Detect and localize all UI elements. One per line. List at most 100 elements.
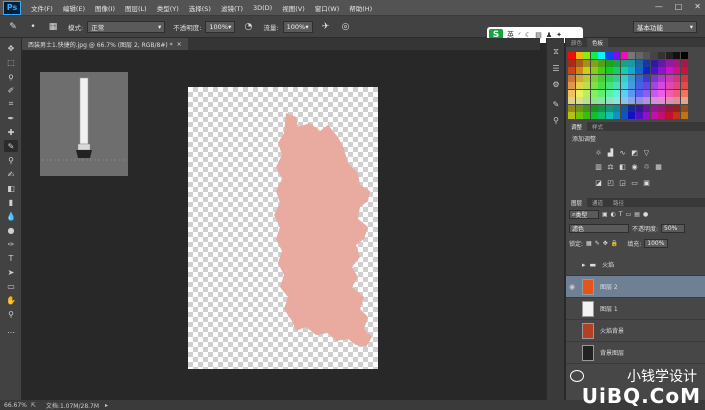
swatch[interactable] xyxy=(605,59,613,67)
swatch[interactable] xyxy=(680,89,688,97)
swatch[interactable] xyxy=(583,89,590,97)
swatch[interactable] xyxy=(673,59,680,67)
swatch[interactable] xyxy=(575,104,583,112)
swatch[interactable] xyxy=(673,104,680,112)
maximize-button[interactable]: □ xyxy=(675,2,683,11)
swatch[interactable] xyxy=(628,59,635,67)
swatch[interactable] xyxy=(575,67,583,74)
swatch[interactable] xyxy=(643,82,650,89)
menu-help[interactable]: 帮助(H) xyxy=(349,3,372,13)
swatch[interactable] xyxy=(628,74,635,82)
opacity-input[interactable]: 100% ▾ xyxy=(205,20,236,33)
brush-tool-icon[interactable]: ✎ xyxy=(4,140,18,152)
swatch[interactable] xyxy=(628,89,635,97)
swatch[interactable] xyxy=(575,112,583,119)
layer-row[interactable]: 图层 1 xyxy=(566,298,705,320)
swatch[interactable] xyxy=(635,59,643,67)
swatch[interactable] xyxy=(650,82,658,89)
swatch[interactable] xyxy=(575,59,583,67)
layer-kind-select[interactable]: ⌕ 类型 xyxy=(569,210,599,219)
healing-brush-tool-icon[interactable]: ✚ xyxy=(4,126,18,138)
swatch[interactable] xyxy=(620,52,628,59)
document-tab[interactable]: 西装男士1.快捷的.jpg @ 66.7% (图层 2, RGB/8#) * × xyxy=(22,38,188,50)
swatch[interactable] xyxy=(650,89,658,97)
clone-source-icon[interactable]: ⚲ xyxy=(550,114,562,126)
swatch[interactable] xyxy=(665,74,673,82)
crop-tool-icon[interactable]: ⌗ xyxy=(4,98,18,110)
history-icon[interactable]: ⧖ xyxy=(550,46,562,58)
menu-view[interactable]: 视图(V) xyxy=(282,3,305,13)
brush-preset-icon[interactable]: ✎ xyxy=(6,20,20,34)
swatch[interactable] xyxy=(605,104,613,112)
quick-select-tool-icon[interactable]: ✐ xyxy=(4,84,18,96)
adjustment-icon[interactable]: ⚙ xyxy=(550,78,562,90)
swatch[interactable] xyxy=(643,67,650,74)
brush-panel-icon[interactable]: ▦ xyxy=(46,20,60,34)
swatch[interactable] xyxy=(620,59,628,67)
swatch[interactable] xyxy=(590,82,598,89)
swatch-grid[interactable] xyxy=(568,52,692,119)
swatch[interactable] xyxy=(598,52,605,59)
swatch[interactable] xyxy=(650,104,658,112)
swatch[interactable] xyxy=(658,59,665,67)
swatch[interactable] xyxy=(613,82,620,89)
shape-tool-icon[interactable]: ▭ xyxy=(4,280,18,292)
pen-tool-icon[interactable]: ✑ xyxy=(4,238,18,250)
swatch[interactable] xyxy=(605,112,613,119)
swatch[interactable] xyxy=(598,82,605,89)
swatch[interactable] xyxy=(643,97,650,104)
dodge-tool-icon[interactable]: ● xyxy=(4,224,18,236)
swatch[interactable] xyxy=(635,74,643,82)
swatch[interactable] xyxy=(628,82,635,89)
chevron-right-icon[interactable]: ▸ xyxy=(105,402,108,409)
swatch[interactable] xyxy=(658,82,665,89)
tab-swatches[interactable]: 色板 xyxy=(587,38,609,47)
swatch[interactable] xyxy=(680,104,688,112)
tab-paths[interactable]: 路径 xyxy=(608,198,629,207)
swatch[interactable] xyxy=(658,67,665,74)
swatch[interactable] xyxy=(628,97,635,104)
menu-edit[interactable]: 编辑(E) xyxy=(63,3,85,13)
swatch[interactable] xyxy=(635,104,643,112)
swatch[interactable] xyxy=(590,89,598,97)
properties-icon[interactable]: ☰ xyxy=(550,62,562,74)
swatch[interactable] xyxy=(598,89,605,97)
swatch[interactable] xyxy=(635,52,643,59)
swatch[interactable] xyxy=(613,97,620,104)
marquee-tool-icon[interactable]: ⬚ xyxy=(4,56,18,68)
tab-channels[interactable]: 通道 xyxy=(587,198,608,207)
tab-layers[interactable]: 图层 xyxy=(566,198,588,207)
swatch[interactable] xyxy=(590,112,598,119)
swatch[interactable] xyxy=(613,59,620,67)
swatch[interactable] xyxy=(590,52,598,59)
swatch[interactable] xyxy=(598,112,605,119)
menu-layer[interactable]: 图层(L) xyxy=(125,3,147,13)
hand-tool-icon[interactable]: ✋ xyxy=(4,294,18,306)
lock-position-icon[interactable]: ✥ xyxy=(603,240,608,247)
zoom-tool-icon[interactable]: ⚲ xyxy=(4,308,18,320)
disclosure-arrow-icon[interactable]: ▸ xyxy=(582,261,586,269)
pressure-size-icon[interactable]: ◎ xyxy=(339,20,353,34)
menu-file[interactable]: 文件(F) xyxy=(31,3,53,13)
swatch[interactable] xyxy=(598,104,605,112)
swatch[interactable] xyxy=(568,104,575,112)
swatch[interactable] xyxy=(590,97,598,104)
layer-row-group[interactable]: ▸ ▬ 火焰 xyxy=(566,254,705,276)
swatch[interactable] xyxy=(665,59,673,67)
swatch[interactable] xyxy=(680,112,688,119)
swatch[interactable] xyxy=(620,112,628,119)
path-select-tool-icon[interactable]: ➤ xyxy=(4,266,18,278)
document-size[interactable]: 文档:1.07M/28.7M xyxy=(46,401,99,410)
swatch[interactable] xyxy=(650,52,658,59)
swatch[interactable] xyxy=(613,112,620,119)
mode-select[interactable]: 正常 ▾ xyxy=(87,20,166,33)
swatch[interactable] xyxy=(658,97,665,104)
menu-3d[interactable]: 3D(D) xyxy=(253,4,272,12)
lock-all-icon[interactable]: 🔒 xyxy=(611,240,618,247)
move-tool-icon[interactable]: ✥ xyxy=(4,42,18,54)
swatch[interactable] xyxy=(650,59,658,67)
swatch[interactable] xyxy=(650,74,658,82)
history-brush-tool-icon[interactable]: ✍ xyxy=(4,168,18,180)
filter-type-icon[interactable]: T xyxy=(619,211,623,218)
airbrush-icon[interactable]: ✈ xyxy=(319,20,333,34)
